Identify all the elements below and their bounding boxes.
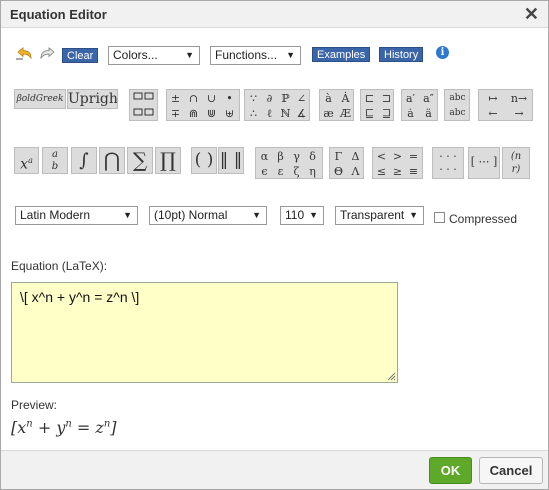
superscript-label: x xyxy=(20,156,29,173)
undo-icon[interactable] xyxy=(14,45,34,63)
functions-dropdown[interactable]: Functions... ▼ xyxy=(210,46,301,65)
big-cap-symbol: ⋂ xyxy=(103,148,121,172)
sum-button[interactable]: ∑ xyxy=(127,147,153,174)
font-dropdown-value: Latin Modern xyxy=(20,208,91,222)
preview-label: Preview: xyxy=(11,398,58,412)
palette-accents-group[interactable]: àȦ æÆ xyxy=(319,89,354,121)
greek-upper-lambda: Λ xyxy=(351,165,360,178)
cancel-button[interactable]: Cancel xyxy=(479,457,543,484)
background-dropdown-value: Transparent xyxy=(340,208,405,222)
norm-symbol: ‖ ‖ xyxy=(219,150,243,170)
chevron-down-icon: ▼ xyxy=(123,210,132,220)
greek-eta: η xyxy=(309,165,316,178)
close-icon[interactable]: ✕ xyxy=(524,4,539,24)
greek-zeta: ζ xyxy=(293,165,300,178)
dpi-dropdown-value: 110 xyxy=(285,208,305,222)
product-symbol: ∏ xyxy=(160,148,176,172)
palette-operators-group[interactable]: ± ∩ ∪ • ∓ ⋒ ⋓ ⊎ xyxy=(166,89,240,121)
examples-button[interactable]: Examples xyxy=(312,47,371,62)
equation-editor-dialog: Equation Editor ✕ Clear Colors... ▼ Func… xyxy=(0,0,549,490)
upright-button[interactable]: Upright xyxy=(67,89,118,109)
norm-button[interactable]: ‖ ‖ xyxy=(218,147,244,174)
chevron-down-icon: ▼ xyxy=(409,210,418,220)
relation-equiv: ≡ xyxy=(408,165,419,178)
chevron-down-icon: ▼ xyxy=(309,210,318,220)
resize-handle-icon[interactable] xyxy=(387,372,396,381)
product-button[interactable]: ∏ xyxy=(155,147,181,174)
font-dropdown[interactable]: Latin Modern ▼ xyxy=(15,206,138,225)
compressed-label: Compressed xyxy=(449,212,518,226)
palette-overbrace-group[interactable]: abc abc xyxy=(444,89,470,121)
parentheses-symbol: ( ) xyxy=(194,150,214,170)
bracket-matrix-button[interactable]: [ ⋯ ] xyxy=(468,147,500,179)
palette-matrix-group[interactable] xyxy=(129,89,158,121)
greek-upper-theta: Θ xyxy=(333,165,344,178)
bold-greek-label: βoldGreek xyxy=(16,94,64,104)
clear-button[interactable]: Clear xyxy=(62,48,99,63)
title-bar: Equation Editor ✕ xyxy=(1,1,548,28)
background-dropdown[interactable]: Transparent ▼ xyxy=(335,206,424,225)
chevron-down-icon: ▼ xyxy=(185,50,194,60)
palette-arrows-group[interactable]: ↦ n→ ← → xyxy=(478,89,533,121)
ok-button[interactable]: OK xyxy=(429,457,472,484)
integral-symbol: ∫ xyxy=(79,150,89,171)
greek-epsilon: ϵ xyxy=(261,165,268,178)
history-button[interactable]: History xyxy=(379,47,424,62)
sum-symbol: ∑ xyxy=(132,148,148,172)
size-dropdown-value: (10pt) Normal xyxy=(154,208,228,222)
equation-label: Equation (LaTeX): xyxy=(11,259,108,273)
latex-input[interactable]: \[ x^n + y^n = z^n \] xyxy=(11,282,398,383)
redo-icon[interactable] xyxy=(38,45,58,63)
palette-greek-upper-group[interactable]: Γ Δ Θ Λ xyxy=(329,147,364,179)
palette-misc-symbols-group[interactable]: ∵ ∂ ℙ ∠ ∴ ℓ ℕ ∡ xyxy=(244,89,310,121)
info-icon[interactable]: i xyxy=(436,46,449,59)
relation-geq: ≥ xyxy=(392,165,403,178)
equation-preview: [xn + yn = zn] xyxy=(11,418,117,437)
upright-label: Upright xyxy=(68,91,118,107)
greek-varepsilon: ε xyxy=(277,165,284,178)
integral-button[interactable]: ∫ xyxy=(71,147,97,174)
functions-dropdown-label: Functions... xyxy=(215,48,278,62)
colors-dropdown[interactable]: Colors... ▼ xyxy=(108,46,200,65)
superscript-button[interactable]: xa xyxy=(14,147,39,174)
matrix-icon xyxy=(133,92,154,116)
palette-subset-group[interactable]: ⊏ ⊐ ⊑ ⊒ xyxy=(360,89,394,121)
parentheses-button[interactable]: ( ) xyxy=(191,147,217,174)
latex-input-value: \[ x^n + y^n = z^n \] xyxy=(20,289,140,305)
relation-leq: ≤ xyxy=(376,165,387,178)
fraction-button[interactable]: ab xyxy=(42,147,68,174)
bold-greek-button[interactable]: βoldGreek xyxy=(14,89,66,109)
palette-primes-group[interactable]: a′ a″ ȧä xyxy=(401,89,438,121)
big-cap-button[interactable]: ⋂ xyxy=(99,147,125,174)
size-dropdown[interactable]: (10pt) Normal ▼ xyxy=(149,206,267,225)
colors-dropdown-label: Colors... xyxy=(113,48,158,62)
compressed-checkbox[interactable] xyxy=(434,212,445,223)
chevron-down-icon: ▼ xyxy=(286,50,295,60)
chevron-down-icon: ▼ xyxy=(252,210,261,220)
dpi-dropdown[interactable]: 110 ▼ xyxy=(280,206,324,225)
palette-relations-group[interactable]: < > = ≤ ≥ ≡ xyxy=(372,147,423,179)
palette-greek-lower-group[interactable]: α β γ δ ϵ ε ζ η xyxy=(255,147,323,179)
dots-matrix-button[interactable]: · · · · · · xyxy=(432,147,464,179)
dialog-title: Equation Editor xyxy=(10,7,107,22)
binomial-button[interactable]: (n r) xyxy=(502,147,530,179)
